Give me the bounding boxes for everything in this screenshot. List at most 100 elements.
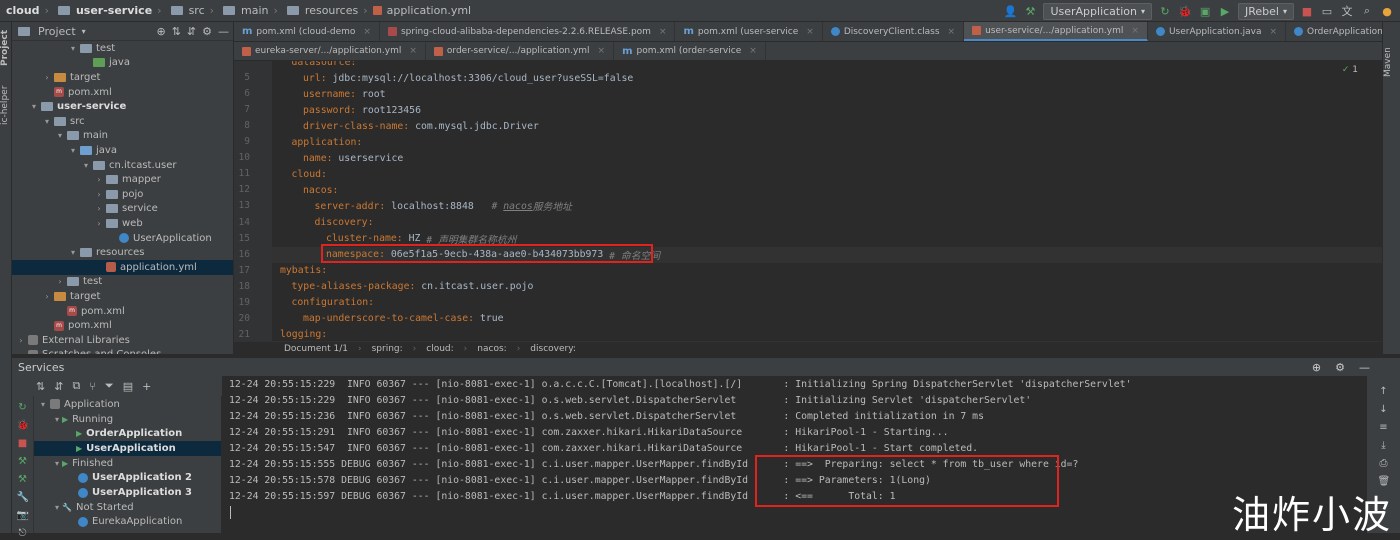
locate-icon[interactable]: ⊕ xyxy=(156,25,165,38)
filter-icon[interactable]: ⏷ xyxy=(105,379,114,393)
code-line[interactable]: driver-class-name: com.mysql.jdbc.Driver xyxy=(272,118,1382,134)
tree-item[interactable]: ▾main xyxy=(12,129,233,144)
close-icon[interactable]: × xyxy=(1269,27,1277,37)
jrebel-select[interactable]: JRebel ▾ xyxy=(1238,3,1294,20)
tree-item[interactable]: ›pojo xyxy=(12,187,233,202)
tree-item[interactable]: ▾user-service xyxy=(12,99,233,114)
code-line[interactable]: discovery: xyxy=(272,215,1382,231)
helper-tool-button[interactable]: ic-helper xyxy=(0,80,12,130)
tree-item[interactable]: mpom.xml xyxy=(12,85,233,100)
chevron-down-icon[interactable]: ▾ xyxy=(55,131,65,140)
editor-tab[interactable]: mpom.xml (order-service× xyxy=(614,42,766,60)
up-icon[interactable]: ↑ xyxy=(1378,386,1390,398)
tree-item[interactable]: ›mapper xyxy=(12,172,233,187)
collapse-all-icon[interactable]: ⇵ xyxy=(187,25,196,38)
scroll-end-icon[interactable]: ⤓ xyxy=(1378,440,1390,452)
hammer-icon[interactable]: ⚒ xyxy=(17,456,29,468)
minimize-icon[interactable]: — xyxy=(218,25,229,38)
service-item[interactable]: EurekaApplication xyxy=(34,515,221,530)
chevron-down-icon[interactable]: ▾ xyxy=(68,44,78,53)
code-line[interactable]: type-aliases-package: cn.itcast.user.poj… xyxy=(272,279,1382,295)
code-line[interactable]: mybatis: xyxy=(272,263,1382,279)
editor-tab[interactable]: mpom.xml (cloud-demo× xyxy=(234,22,380,41)
gear-icon[interactable]: ⚙ xyxy=(1335,361,1345,374)
settings-icon[interactable]: ⊕ xyxy=(1312,361,1321,374)
chevron-down-icon[interactable]: ▾ xyxy=(52,503,62,512)
print-icon[interactable]: ⎙ xyxy=(1378,458,1390,470)
breadcrumb-discovery[interactable]: discovery: xyxy=(530,344,576,354)
code-line[interactable]: map-underscore-to-camel-case: true xyxy=(272,311,1382,327)
tree-item[interactable]: ›test xyxy=(12,275,233,290)
maven-tool-button[interactable]: Maven xyxy=(1383,42,1400,82)
code-line[interactable]: cloud: xyxy=(272,166,1382,182)
code-line[interactable]: logging: xyxy=(272,327,1382,341)
chevron-right-icon[interactable]: › xyxy=(42,73,52,82)
breadcrumb-src[interactable]: src xyxy=(187,4,207,17)
tree-item[interactable]: mpom.xml xyxy=(12,304,233,319)
tree-item[interactable]: java xyxy=(12,56,233,71)
editor-tab[interactable]: DiscoveryClient.class× xyxy=(823,22,964,41)
close-icon[interactable]: × xyxy=(659,27,667,37)
tree-item[interactable]: ▾resources xyxy=(12,245,233,260)
chevron-down-icon[interactable]: ▾ xyxy=(52,415,62,424)
debug-icon[interactable]: 🐞 xyxy=(1178,4,1192,18)
chevron-down-icon[interactable]: ▾ xyxy=(81,161,91,170)
translate-icon[interactable]: 文 xyxy=(1340,4,1354,18)
add-icon[interactable]: + xyxy=(142,380,151,393)
service-item[interactable]: ▾▶Finished xyxy=(34,456,221,471)
tree-item[interactable]: ▾cn.itcast.user xyxy=(12,158,233,173)
editor-tab[interactable]: UserApplication.java× xyxy=(1148,22,1286,41)
project-tool-button[interactable]: Project xyxy=(0,26,12,70)
expand-all-icon[interactable]: ⇅ xyxy=(172,25,181,38)
close-icon[interactable]: × xyxy=(1131,26,1139,36)
code-editor[interactable]: ✓ 1 datasource:url: jdbc:mysql://localho… xyxy=(272,61,1382,341)
gear-icon[interactable]: ⚙ xyxy=(202,25,212,38)
soft-wrap-icon[interactable]: ≡ xyxy=(1378,422,1390,434)
chevron-right-icon[interactable]: › xyxy=(94,204,104,213)
service-item[interactable]: UserApplication 3 xyxy=(34,485,221,500)
tree-item[interactable]: ›target xyxy=(12,289,233,304)
project-panel-title[interactable]: Project xyxy=(38,25,76,38)
service-item[interactable]: ▶OrderApplication xyxy=(34,426,221,441)
editor-tab[interactable]: spring-cloud-alibaba-dependencies-2.2.6.… xyxy=(380,22,676,41)
expand-all-icon[interactable]: ⇅ xyxy=(36,380,45,393)
tree-item[interactable]: ▾test xyxy=(12,41,233,56)
stop-icon[interactable]: ■ xyxy=(1300,4,1314,18)
breadcrumb-application-yml[interactable]: application.yml xyxy=(385,4,473,17)
jrebel-icon[interactable]: ⚒ xyxy=(17,474,29,486)
code-line[interactable]: nacos: xyxy=(272,182,1382,198)
chevron-right-icon[interactable]: › xyxy=(55,277,65,286)
breadcrumb-cloud[interactable]: cloud xyxy=(0,4,42,17)
search-icon[interactable]: ⌕ xyxy=(1360,4,1374,18)
tree-item[interactable]: ▾src xyxy=(12,114,233,129)
close-icon[interactable]: × xyxy=(363,27,371,37)
code-line[interactable]: application: xyxy=(272,134,1382,150)
service-item[interactable]: UserApplication 2 xyxy=(34,471,221,486)
layout-icon[interactable]: ▭ xyxy=(1320,4,1334,18)
close-icon[interactable]: × xyxy=(749,46,757,56)
breadcrumb-cloud-key[interactable]: cloud: xyxy=(426,344,453,354)
coverage-icon[interactable]: ▣ xyxy=(1198,4,1212,18)
chevron-down-icon[interactable]: ▾ xyxy=(29,102,39,111)
tree-icon[interactable]: ⑂ xyxy=(89,380,96,393)
group-icon[interactable]: ⧉ xyxy=(72,379,80,393)
service-item[interactable]: ▾Application xyxy=(34,397,221,412)
code-line[interactable]: server-addr: localhost:8848 # nacos服务地址 xyxy=(272,198,1382,214)
tree-item[interactable]: ›target xyxy=(12,70,233,85)
tree-item[interactable]: ▾java xyxy=(12,143,233,158)
code-line[interactable]: datasource: xyxy=(272,61,1382,70)
chevron-right-icon[interactable]: › xyxy=(94,190,104,199)
tree-item[interactable]: mpom.xml xyxy=(12,318,233,333)
rerun-icon[interactable]: ↻ xyxy=(1158,4,1172,18)
collapse-all-icon[interactable]: ⇵ xyxy=(54,380,63,393)
build-hammer-icon[interactable]: ⚒ xyxy=(1023,4,1037,18)
breadcrumb-document[interactable]: Document 1/1 xyxy=(284,344,348,354)
tree-item[interactable]: application.yml xyxy=(12,260,233,275)
chevron-down-icon[interactable]: ▾ xyxy=(38,400,48,409)
tree-item[interactable]: UserApplication xyxy=(12,231,233,246)
rerun-icon[interactable]: ↻ xyxy=(17,402,29,414)
chevron-down-icon[interactable]: ▾ xyxy=(42,117,52,126)
service-item[interactable]: ▶UserApplication xyxy=(34,441,221,456)
down-icon[interactable]: ↓ xyxy=(1378,404,1390,416)
close-icon[interactable]: × xyxy=(948,27,956,37)
